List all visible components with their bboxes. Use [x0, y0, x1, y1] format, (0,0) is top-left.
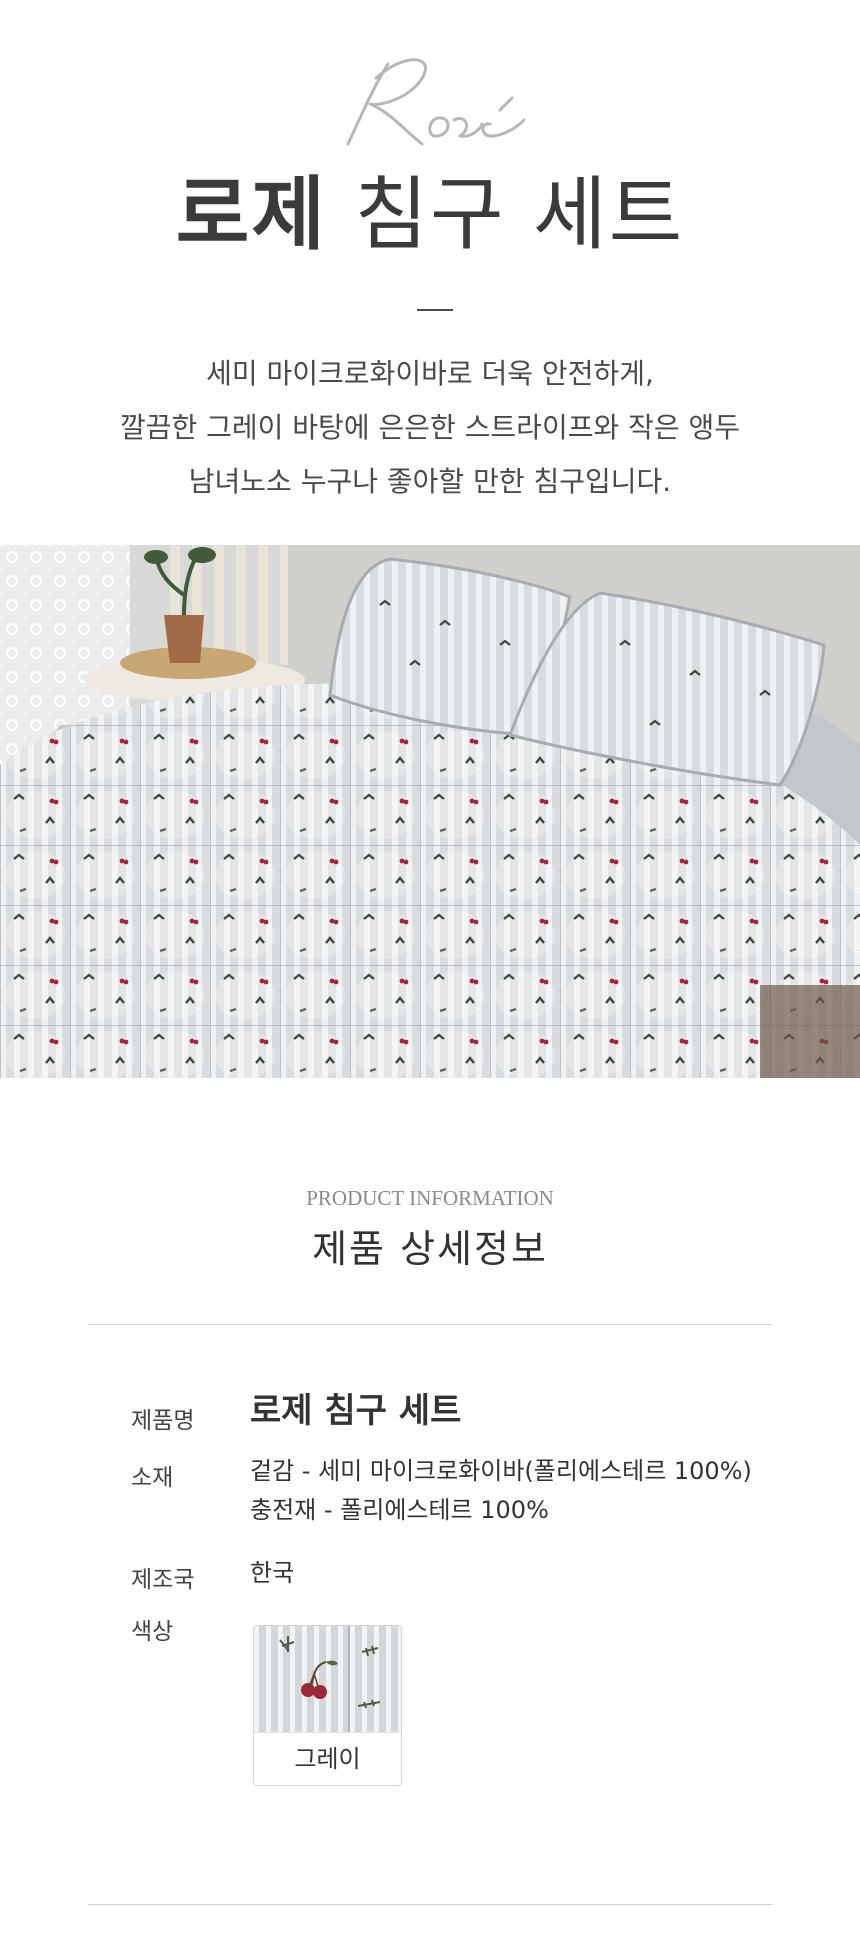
info-heading-korean: 제품 상세정보	[312, 1227, 548, 1271]
spec-value-material-filling: 충전재 - 폴리에스테르 100%	[250, 1496, 549, 1524]
intro-line-2: 깔끔한 그레이 바탕에 은은한 스트라이프와 작은 앵두	[119, 411, 741, 444]
hero-section: 로제 침구 세트 세미 마이크로화이바로 더욱 안전하게, 깔끔한 그레이 바탕…	[0, 0, 860, 545]
spec-label: 제품명	[131, 1408, 195, 1434]
info-top-divider	[88, 1324, 772, 1325]
spec-value-country: 한국	[250, 1559, 295, 1587]
intro-line-3: 남녀노소 누구나 좋아할 만한 침구입니다.	[188, 465, 672, 498]
product-intro: 세미 마이크로화이바로 더욱 안전하게, 깔끔한 그레이 바탕에 은은한 스트라…	[0, 347, 860, 509]
bedding-product-photo	[0, 545, 860, 1078]
info-bottom-divider	[88, 1904, 772, 1905]
title-light: 침구 세트	[354, 168, 685, 261]
spec-label: 소재	[131, 1465, 174, 1491]
spec-label: 색상	[131, 1619, 174, 1645]
info-heading-english: PRODUCT INFORMATION	[306, 1186, 554, 1210]
rose-logo-script	[346, 58, 526, 146]
title-bold: 로제	[175, 168, 327, 261]
gray-fabric-swatch-image	[254, 1626, 401, 1732]
product-title: 로제 침구 세트	[0, 165, 860, 265]
color-option-gray[interactable]: 그레이	[253, 1625, 402, 1786]
title-divider	[417, 309, 453, 311]
color-option-label: 그레이	[254, 1732, 401, 1785]
intro-line-1: 세미 마이크로화이바로 더욱 안전하게,	[206, 357, 654, 390]
spec-value-material-outer: 겉감 - 세미 마이크로화이바(폴리에스테르 100%)	[250, 1457, 752, 1485]
spec-value-product-name: 로제 침구 세트	[250, 1391, 462, 1431]
spec-label: 제조국	[131, 1567, 195, 1593]
info-heading: PRODUCT INFORMATION 제품 상세정보	[0, 1183, 860, 1277]
